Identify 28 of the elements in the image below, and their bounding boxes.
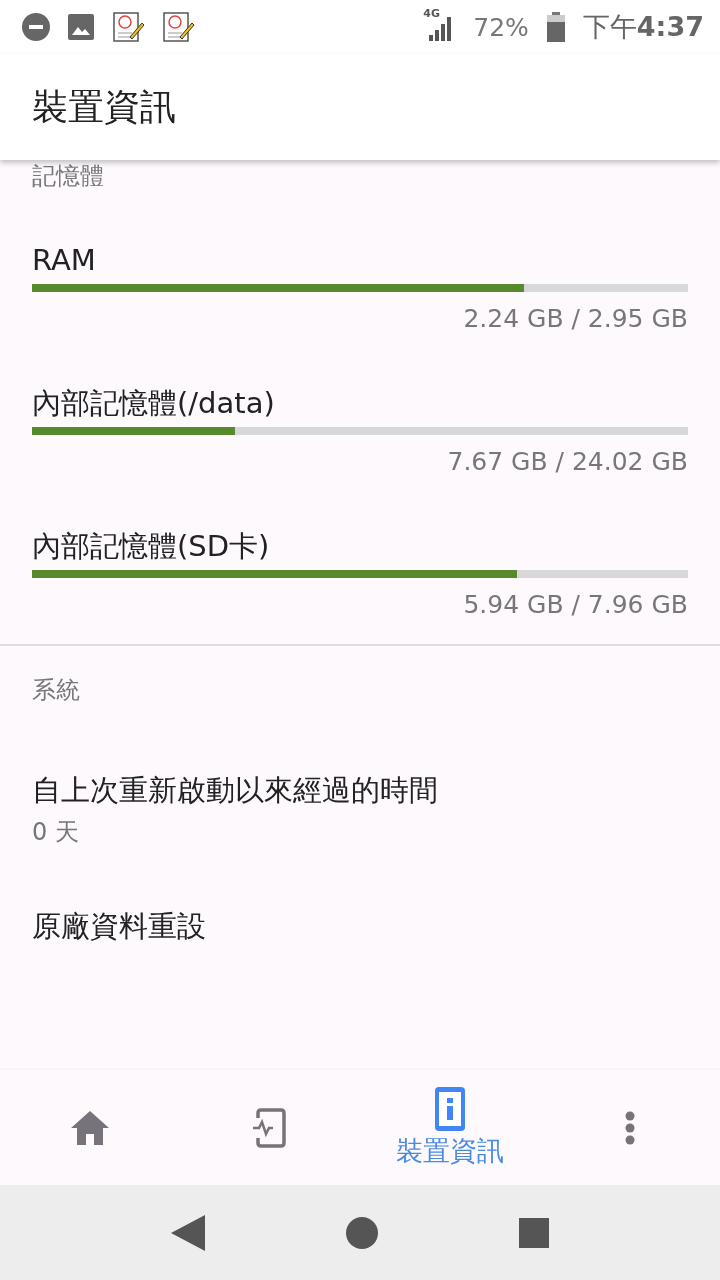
image-icon <box>68 14 94 40</box>
battery-percent: 72% <box>473 12 529 42</box>
usage-reading: 5.94 GB / 7.96 GB <box>462 590 688 619</box>
clock: 下午4:37 <box>582 10 704 44</box>
device-info-icon <box>435 1086 465 1131</box>
back-icon[interactable] <box>170 1214 205 1251</box>
note-icon <box>112 11 144 43</box>
item-title: 自上次重新啟動以來經過的時間 <box>32 772 439 809</box>
nav-tab[interactable]: 裝置資訊 <box>375 1077 525 1178</box>
home-button-icon[interactable] <box>346 1216 378 1249</box>
item-title: 原廠資料重設 <box>32 908 207 945</box>
storage-label: 內部記憶體(SD卡) <box>32 528 271 565</box>
note-icon <box>162 11 194 43</box>
usage-reading: 2.24 GB / 2.95 GB <box>462 304 688 333</box>
storage-label: 內部記憶體(/data) <box>32 385 276 422</box>
recents-icon[interactable] <box>519 1217 550 1248</box>
battery-icon <box>546 12 565 42</box>
section-header: 記憶體 <box>32 161 105 190</box>
item-value: 0 天 <box>32 817 80 848</box>
usage-reading: 7.67 GB / 24.02 GB <box>446 447 688 476</box>
home-icon <box>71 1110 109 1145</box>
page-title: 裝置資訊 <box>32 84 176 129</box>
storage-label: RAM <box>32 242 97 279</box>
section-header: 系統 <box>32 675 81 706</box>
do-not-disturb-icon <box>22 13 50 41</box>
network-type: 4G <box>423 7 440 20</box>
phone-pulse-icon <box>253 1106 287 1149</box>
more-icon <box>624 1110 636 1145</box>
